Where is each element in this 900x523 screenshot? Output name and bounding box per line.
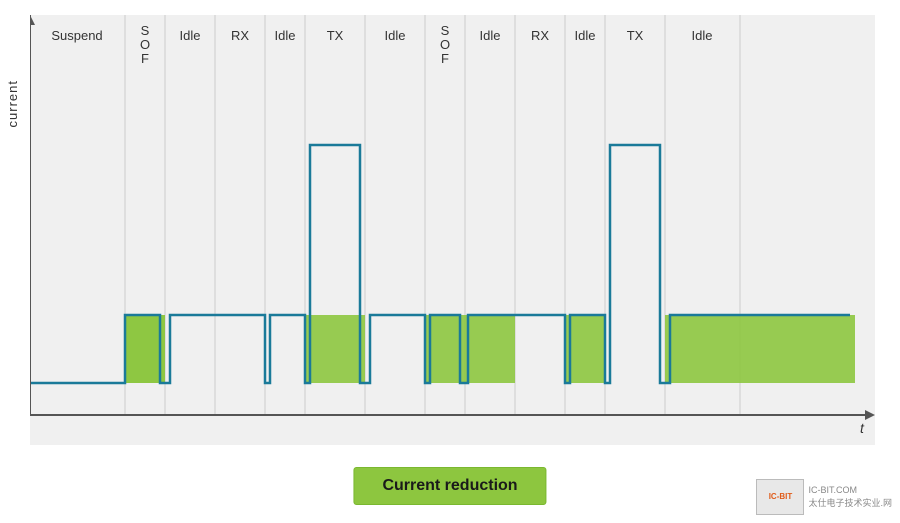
svg-text:RX: RX <box>531 28 549 43</box>
svg-text:RX: RX <box>231 28 249 43</box>
svg-text:Idle: Idle <box>275 28 296 43</box>
svg-text:F: F <box>441 51 449 66</box>
svg-text:TX: TX <box>327 28 344 43</box>
y-axis-label: current <box>5 80 20 127</box>
chart-container: Suspend S O F Idle RX Idle TX Idle S O F… <box>30 15 875 445</box>
svg-text:TX: TX <box>627 28 644 43</box>
svg-text:S: S <box>441 23 450 38</box>
current-reduction-label: Current reduction <box>353 467 546 505</box>
svg-text:Idle: Idle <box>575 28 596 43</box>
svg-text:O: O <box>440 37 450 52</box>
svg-text:Idle: Idle <box>180 28 201 43</box>
svg-text:S: S <box>141 23 150 38</box>
svg-text:Suspend: Suspend <box>51 28 102 43</box>
svg-text:F: F <box>141 51 149 66</box>
watermark: IC-BIT IC-BIT.COM 太仕电子技术实业.网 <box>756 479 892 515</box>
watermark-text: IC-BIT.COM 太仕电子技术实业.网 <box>808 484 892 509</box>
svg-text:Idle: Idle <box>480 28 501 43</box>
svg-text:Idle: Idle <box>692 28 713 43</box>
svg-text:Idle: Idle <box>385 28 406 43</box>
svg-text:O: O <box>140 37 150 52</box>
watermark-logo: IC-BIT <box>756 479 804 515</box>
chart-svg: Suspend S O F Idle RX Idle TX Idle S O F… <box>30 15 875 445</box>
